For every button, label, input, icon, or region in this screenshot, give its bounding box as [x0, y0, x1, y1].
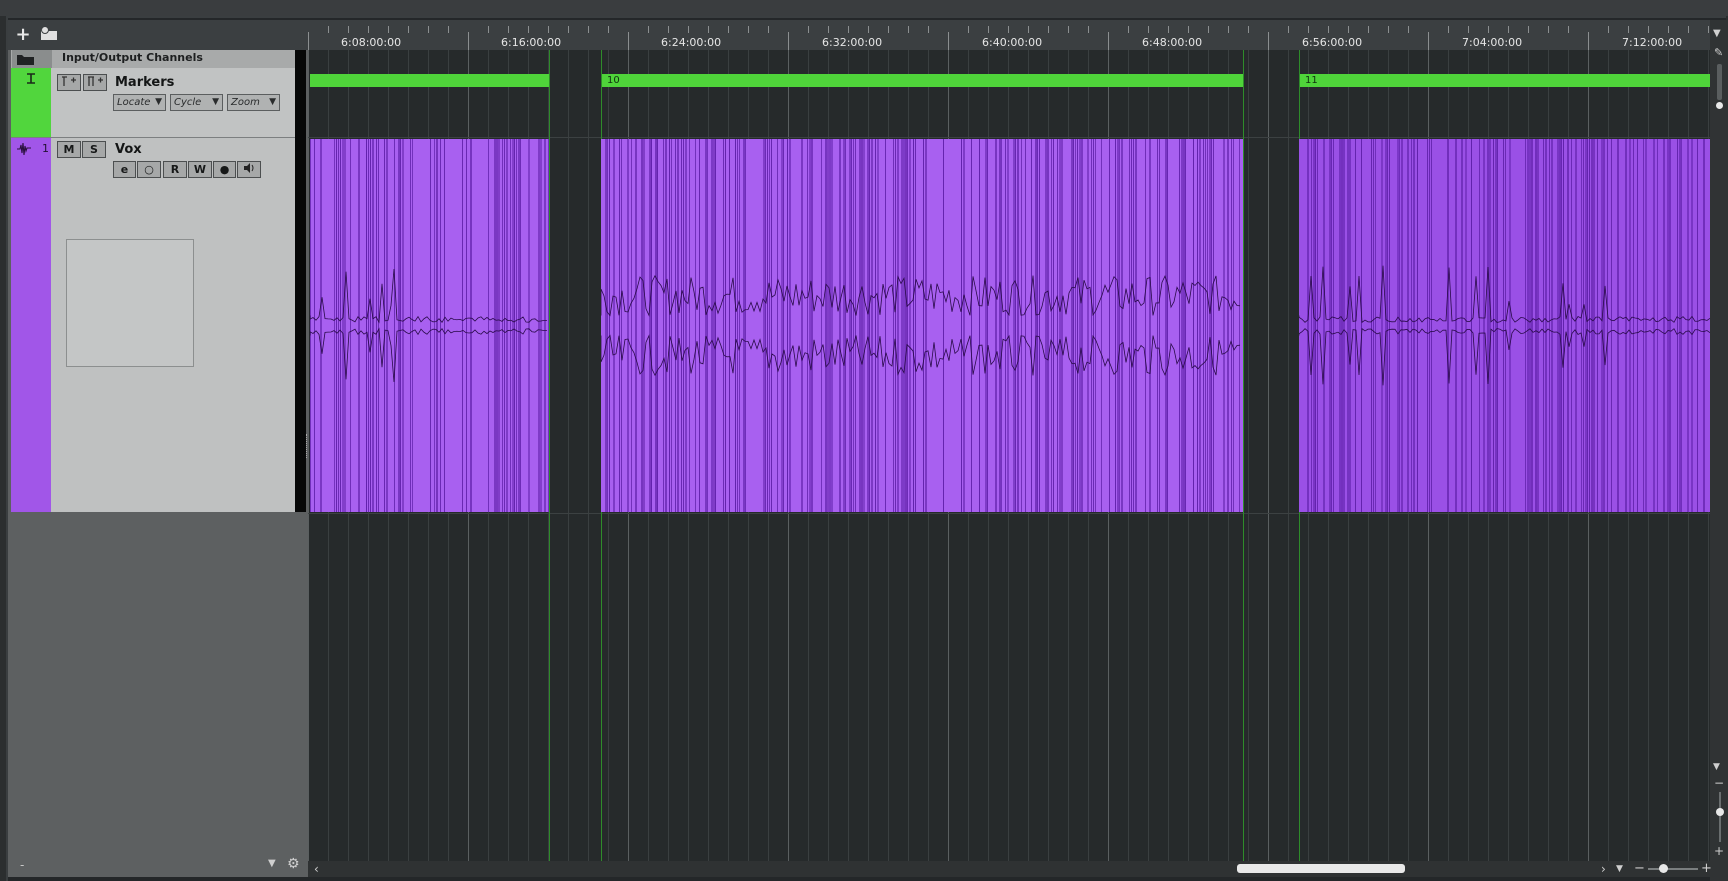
io-channels-label: Input/Output Channels	[62, 51, 203, 64]
zoom-out-icon[interactable]: −	[1714, 776, 1724, 790]
read-automation-button[interactable]: R	[163, 161, 187, 178]
ruler-label: 6:32:00:00	[822, 36, 883, 49]
locate-dropdown[interactable]: Locate ▼	[113, 94, 166, 111]
monitor-speaker-button[interactable]	[237, 161, 261, 178]
io-folder-icon	[12, 50, 52, 68]
audio-event[interactable]	[310, 139, 549, 512]
ruler-label: 7:12:00:00	[1622, 36, 1683, 49]
audio-event[interactable]	[1299, 139, 1712, 512]
chevron-down-icon[interactable]: ▼	[1616, 864, 1623, 874]
pencil-icon[interactable]: ✎	[1714, 46, 1723, 59]
chevron-down-icon[interactable]: ▼	[268, 858, 276, 869]
locate-label: Locate	[117, 97, 151, 108]
markers-track-color[interactable]	[11, 68, 51, 137]
ruler-label: 6:56:00:00	[1302, 36, 1363, 49]
track-separator	[308, 513, 1710, 514]
audio-event[interactable]	[601, 139, 1243, 512]
ruler-label: 6:08:00:00	[341, 36, 402, 49]
marker-line	[549, 50, 550, 861]
zoom-dropdown[interactable]: Zoom ▼	[227, 94, 280, 111]
zoom-in-icon[interactable]: +	[1714, 844, 1724, 858]
add-cycle-marker-button[interactable]	[83, 74, 107, 91]
add-cycle-marker-icon	[88, 76, 103, 86]
solo-button[interactable]: S	[82, 141, 106, 158]
track-list-footer	[8, 855, 308, 877]
scroll-right-icon[interactable]: ›	[1601, 862, 1606, 876]
chevron-down-icon: ▼	[155, 97, 162, 107]
horizontal-scroll-thumb[interactable]	[1237, 864, 1405, 873]
track-separator	[308, 137, 1710, 138]
marker-line	[1243, 50, 1244, 861]
vox-track-name: Vox	[115, 142, 142, 157]
monitor-button[interactable]: ○	[137, 161, 161, 178]
cycle-label: Cycle	[174, 97, 202, 108]
vertical-zoom-slider[interactable]	[1719, 792, 1721, 842]
ruler-label: 6:24:00:00	[661, 36, 722, 49]
collapse-button[interactable]: -	[20, 858, 24, 872]
ruler-label: 6:48:00:00	[1142, 36, 1203, 49]
record-enable-button[interactable]: ●	[213, 161, 236, 178]
vox-track-number: 1	[42, 142, 49, 155]
markers-track-name: Markers	[115, 75, 175, 90]
add-track-folder-button[interactable]	[38, 24, 60, 46]
track-list-divider	[295, 50, 306, 512]
marker-track-icon	[27, 73, 35, 84]
zoom-out-icon[interactable]: −	[1634, 861, 1645, 876]
record-icon: ●	[219, 163, 230, 176]
gear-icon[interactable]: ⚙	[287, 856, 300, 872]
cycle-dropdown[interactable]: Cycle ▼	[170, 94, 223, 111]
horizontal-scrollbar[interactable]	[308, 861, 1710, 877]
speaker-icon	[244, 163, 254, 173]
write-automation-button[interactable]: W	[188, 161, 212, 178]
edit-channel-button[interactable]: e	[113, 161, 136, 178]
ruler-label: 6:16:00:00	[501, 36, 562, 49]
title-strip	[0, 0, 1728, 16]
scroll-left-icon[interactable]: ‹	[314, 862, 319, 876]
edit-channel-icon: e	[120, 163, 129, 176]
ruler-label: 7:04:00:00	[1462, 36, 1523, 49]
mute-button[interactable]: M	[57, 141, 81, 158]
marker-event[interactable]: 11	[1299, 74, 1712, 87]
chevron-down-icon: ▼	[269, 97, 276, 107]
chevron-down-icon[interactable]: ▼	[1713, 762, 1720, 772]
folder-icon	[41, 26, 57, 40]
add-marker-icon	[62, 76, 76, 86]
marker-event[interactable]	[310, 74, 549, 87]
horizontal-zoom-knob[interactable]	[1659, 864, 1668, 873]
horizontal-zoom-slider[interactable]	[1648, 868, 1698, 870]
add-marker-button[interactable]	[57, 74, 81, 91]
vertical-zoom-knob[interactable]	[1716, 808, 1724, 816]
zoom-in-icon[interactable]: +	[1701, 861, 1712, 876]
waveform	[1299, 139, 1712, 512]
marker-event[interactable]: 10	[601, 74, 1243, 87]
zoom-label: Zoom	[231, 97, 260, 108]
track-picture-placeholder[interactable]	[66, 239, 194, 367]
waveform	[310, 139, 549, 512]
track-height-knob[interactable]	[1716, 102, 1723, 109]
waveform	[601, 139, 1241, 512]
chevron-down-icon: ▼	[212, 97, 219, 107]
vox-track-color[interactable]: 1	[11, 138, 51, 512]
monitor-icon: ○	[144, 163, 154, 176]
ruler-label: 6:40:00:00	[982, 36, 1043, 49]
vertical-scrollbar[interactable]	[1710, 20, 1728, 881]
vertical-scroll-thumb[interactable]	[1717, 64, 1722, 100]
add-track-button[interactable]: +	[12, 24, 34, 46]
chevron-down-icon[interactable]: ▼	[1713, 28, 1721, 39]
